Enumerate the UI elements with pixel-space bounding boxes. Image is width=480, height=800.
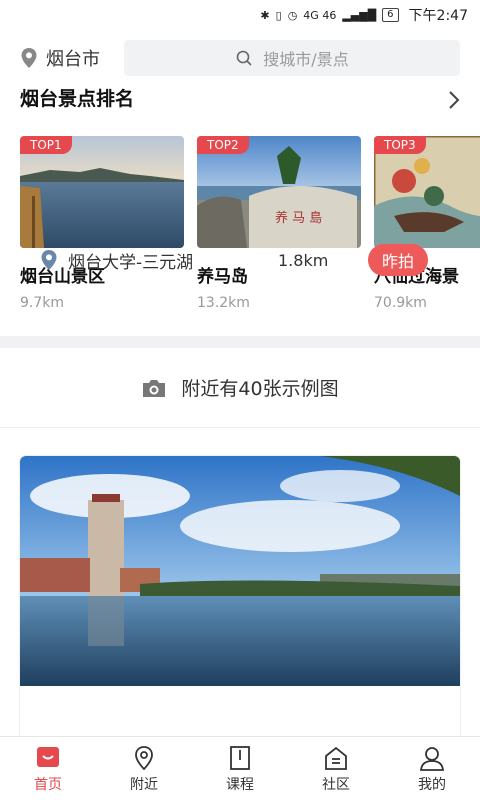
vibrate-icon: ▯	[275, 8, 282, 22]
tab-profile[interactable]: 我的	[384, 737, 480, 800]
ranking-card-1[interactable]: TOP1 烟台山景区 9.7km	[20, 136, 184, 311]
ranking-card-image: 养 马 島 TOP2	[197, 136, 361, 248]
photo-image	[20, 456, 460, 686]
tab-community[interactable]: 社区	[288, 737, 384, 800]
tab-label: 课程	[226, 776, 254, 793]
tab-label: 附近	[130, 776, 158, 793]
rank-badge: TOP3	[374, 136, 426, 154]
svg-text:养 马 島: 养 马 島	[275, 210, 322, 226]
location-pin-icon	[41, 250, 57, 270]
profile-icon	[419, 746, 445, 771]
signal-bars-icon: ▂▄▆█	[342, 8, 377, 22]
city-name: 烟台市	[46, 49, 100, 70]
course-book-icon	[230, 745, 250, 770]
rank-badge: TOP1	[20, 136, 72, 154]
search-input[interactable]: 搜城市/景点	[124, 40, 460, 76]
header: 烟台市 搜城市/景点	[0, 38, 480, 78]
home-icon	[37, 746, 59, 767]
search-icon	[236, 50, 252, 66]
section-divider	[0, 336, 480, 348]
ranking-card-distance: 9.7km	[20, 295, 65, 311]
nearby-pin-icon	[135, 745, 153, 770]
tab-nearby[interactable]: 附近	[96, 737, 192, 800]
status-time: 下午2:47	[408, 8, 468, 24]
tab-label: 社区	[322, 776, 350, 793]
ranking-card-image: TOP1	[20, 136, 184, 248]
bluetooth-icon: ✱	[260, 8, 270, 22]
photo-meta: 烟台大学-三元湖 1.8km 昨拍	[20, 244, 460, 276]
ranking-card-2[interactable]: 养 马 島 TOP2 养马岛 13.2km	[197, 136, 361, 311]
battery-icon: 6	[382, 8, 399, 22]
signal-text: 4G 46	[303, 8, 337, 22]
camera-icon	[143, 379, 166, 397]
bottom-tab-bar: 首页 附近 课程 社区 我的	[0, 736, 480, 800]
city-selector[interactable]: 烟台市	[20, 45, 120, 71]
photo-card[interactable]	[20, 456, 460, 746]
status-bar: ✱ ▯ ◷ 4G 46 ▂▄▆█ 6 下午2:47	[0, 0, 480, 30]
tab-label: 首页	[34, 776, 62, 793]
tab-course[interactable]: 课程	[192, 737, 288, 800]
tab-label: 我的	[418, 776, 446, 793]
community-icon	[325, 746, 347, 770]
ranking-card-image: TOP3	[374, 136, 480, 248]
location-pin-icon	[21, 48, 37, 68]
ranking-card-distance: 13.2km	[197, 295, 250, 311]
ranking-card-distance: 70.9km	[374, 295, 427, 311]
search-placeholder: 搜城市/景点	[263, 50, 349, 69]
photo-time-tag: 昨拍	[368, 244, 429, 276]
ranking-carousel[interactable]: TOP1 烟台山景区 9.7km 养 马 島 TOP2 养马岛 13.2km T…	[20, 136, 480, 316]
photo-location[interactable]: 烟台大学-三元湖	[68, 248, 278, 273]
rank-badge: TOP2	[197, 136, 249, 154]
nearby-samples-banner[interactable]: 附近有40张示例图	[0, 348, 480, 428]
nearby-samples-text: 附近有40张示例图	[181, 378, 339, 400]
ranking-title: 烟台景点排名	[20, 88, 135, 110]
status-icons: ✱ ▯ ◷ 4G 46 ▂▄▆█ 6	[260, 8, 399, 22]
tab-home[interactable]: 首页	[0, 737, 96, 800]
alarm-icon: ◷	[287, 8, 298, 22]
chevron-right-icon[interactable]	[446, 90, 462, 110]
photo-distance: 1.8km	[278, 250, 329, 270]
ranking-card-3[interactable]: TOP3 八仙过海景 70.9km	[374, 136, 480, 311]
